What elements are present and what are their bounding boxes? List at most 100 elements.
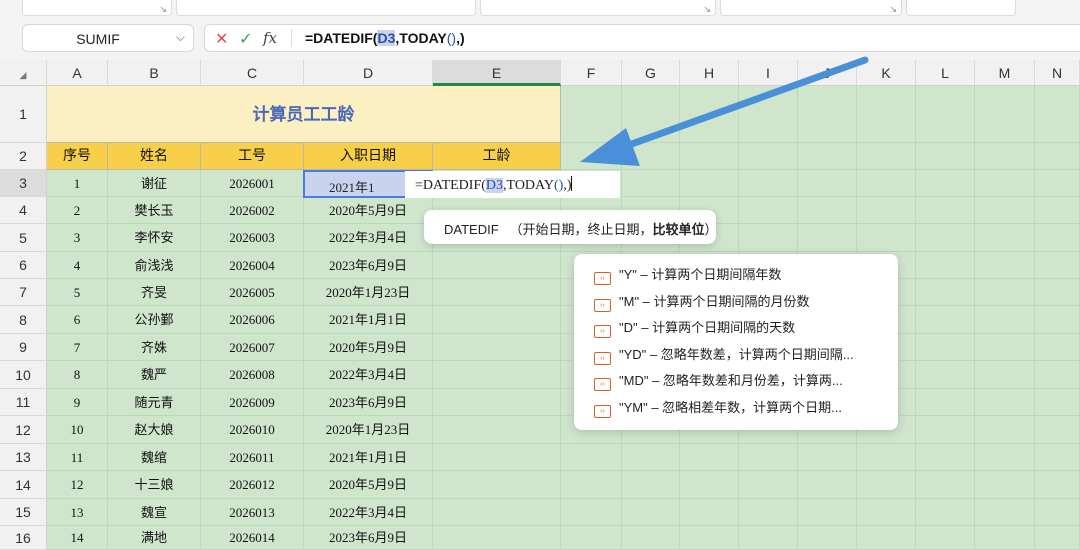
- table-cell[interactable]: 魏严: [108, 361, 201, 389]
- table-cell[interactable]: 2021年1月1日: [304, 306, 433, 334]
- table-cell[interactable]: [433, 389, 561, 416]
- table-cell[interactable]: 2026002: [201, 197, 304, 224]
- table-cell[interactable]: 14: [47, 526, 108, 550]
- table-cell[interactable]: 2026014: [201, 526, 304, 550]
- table-cell[interactable]: 谢征: [108, 170, 201, 197]
- empty-cell[interactable]: [622, 526, 680, 550]
- column-header-c[interactable]: C: [201, 60, 304, 86]
- table-cell[interactable]: 2026009: [201, 389, 304, 416]
- row-header-11[interactable]: 11: [0, 389, 47, 416]
- empty-cell[interactable]: [857, 224, 916, 252]
- empty-cell[interactable]: [739, 471, 798, 499]
- empty-cell[interactable]: [975, 143, 1035, 170]
- table-cell[interactable]: 2020年1月23日: [304, 416, 433, 444]
- empty-cell[interactable]: [1035, 334, 1080, 361]
- row-header-10[interactable]: 10: [0, 361, 47, 389]
- empty-cell[interactable]: [975, 334, 1035, 361]
- table-cell[interactable]: 4: [47, 252, 108, 279]
- empty-cell[interactable]: [739, 526, 798, 550]
- table-cell[interactable]: 2022年3月4日: [304, 361, 433, 389]
- empty-cell[interactable]: [1035, 526, 1080, 550]
- row-header-12[interactable]: 12: [0, 416, 47, 444]
- empty-cell[interactable]: [561, 499, 622, 526]
- expand-icon[interactable]: ↘: [703, 5, 711, 15]
- empty-cell[interactable]: [916, 197, 975, 224]
- table-cell[interactable]: [433, 361, 561, 389]
- table-cell[interactable]: 齐姝: [108, 334, 201, 361]
- table-cell[interactable]: 6: [47, 306, 108, 334]
- argument-option[interactable]: ‹› "YM" – 忽略相差年数，计算两个日期...: [594, 397, 842, 419]
- empty-cell[interactable]: [680, 471, 739, 499]
- row-header-8[interactable]: 8: [0, 306, 47, 334]
- empty-cell[interactable]: [1035, 499, 1080, 526]
- table-cell[interactable]: [433, 252, 561, 279]
- empty-cell[interactable]: [975, 526, 1035, 550]
- table-header-cell[interactable]: 工龄: [433, 143, 561, 170]
- empty-cell[interactable]: [975, 197, 1035, 224]
- table-cell[interactable]: 2026003: [201, 224, 304, 252]
- empty-cell[interactable]: [916, 170, 975, 197]
- table-cell[interactable]: [433, 444, 561, 471]
- table-cell[interactable]: 2026001: [201, 170, 304, 197]
- column-header-n[interactable]: N: [1035, 60, 1080, 86]
- empty-cell[interactable]: [916, 143, 975, 170]
- table-cell[interactable]: 3: [47, 224, 108, 252]
- empty-cell[interactable]: [1035, 361, 1080, 389]
- argument-option[interactable]: ‹› "YD" – 忽略年数差，计算两个日期间隔...: [594, 344, 854, 366]
- row-header-6[interactable]: 6: [0, 252, 47, 279]
- empty-cell[interactable]: [975, 252, 1035, 279]
- row-header-3[interactable]: 3: [0, 170, 47, 197]
- empty-cell[interactable]: [798, 526, 857, 550]
- table-cell[interactable]: 2023年6月9日: [304, 252, 433, 279]
- row-header-1[interactable]: 1: [0, 86, 47, 143]
- expand-icon[interactable]: ↘: [889, 5, 897, 15]
- row-header-16[interactable]: 16: [0, 526, 47, 550]
- empty-cell[interactable]: [680, 526, 739, 550]
- empty-cell[interactable]: [916, 224, 975, 252]
- column-header-d[interactable]: D: [304, 60, 433, 86]
- table-cell[interactable]: 2026006: [201, 306, 304, 334]
- empty-cell[interactable]: [622, 499, 680, 526]
- row-header-5[interactable]: 5: [0, 224, 47, 252]
- table-cell[interactable]: [433, 334, 561, 361]
- empty-cell[interactable]: [561, 444, 622, 471]
- empty-cell[interactable]: [857, 526, 916, 550]
- empty-cell[interactable]: [622, 444, 680, 471]
- table-cell[interactable]: 李怀安: [108, 224, 201, 252]
- empty-cell[interactable]: [975, 416, 1035, 444]
- empty-cell[interactable]: [975, 361, 1035, 389]
- table-cell[interactable]: 满地: [108, 526, 201, 550]
- table-cell[interactable]: 俞浅浅: [108, 252, 201, 279]
- chevron-down-icon[interactable]: ⌵: [176, 30, 185, 45]
- table-cell[interactable]: 7: [47, 334, 108, 361]
- table-cell[interactable]: 赵大娘: [108, 416, 201, 444]
- table-cell[interactable]: 11: [47, 444, 108, 471]
- empty-cell[interactable]: [975, 499, 1035, 526]
- empty-cell[interactable]: [1035, 471, 1080, 499]
- empty-cell[interactable]: [916, 444, 975, 471]
- table-header-cell[interactable]: 姓名: [108, 143, 201, 170]
- empty-cell[interactable]: [916, 252, 975, 279]
- empty-cell[interactable]: [798, 471, 857, 499]
- empty-cell[interactable]: [798, 499, 857, 526]
- table-header-cell[interactable]: 工号: [201, 143, 304, 170]
- empty-cell[interactable]: [1035, 444, 1080, 471]
- row-header-13[interactable]: 13: [0, 444, 47, 471]
- table-cell[interactable]: [433, 526, 561, 550]
- empty-cell[interactable]: [975, 389, 1035, 416]
- empty-cell[interactable]: [1035, 306, 1080, 334]
- row-header-15[interactable]: 15: [0, 499, 47, 526]
- column-header-b[interactable]: B: [108, 60, 201, 86]
- empty-cell[interactable]: [916, 389, 975, 416]
- confirm-icon[interactable]: ✓: [239, 29, 252, 48]
- row-header-9[interactable]: 9: [0, 334, 47, 361]
- empty-cell[interactable]: [739, 444, 798, 471]
- column-header-a[interactable]: A: [47, 60, 108, 86]
- table-cell[interactable]: 2020年5月9日: [304, 471, 433, 499]
- empty-cell[interactable]: [739, 197, 798, 224]
- table-cell[interactable]: 魏绾: [108, 444, 201, 471]
- table-cell[interactable]: 2020年5月9日: [304, 334, 433, 361]
- table-cell[interactable]: 魏宣: [108, 499, 201, 526]
- table-cell[interactable]: 2026008: [201, 361, 304, 389]
- empty-cell[interactable]: [1035, 416, 1080, 444]
